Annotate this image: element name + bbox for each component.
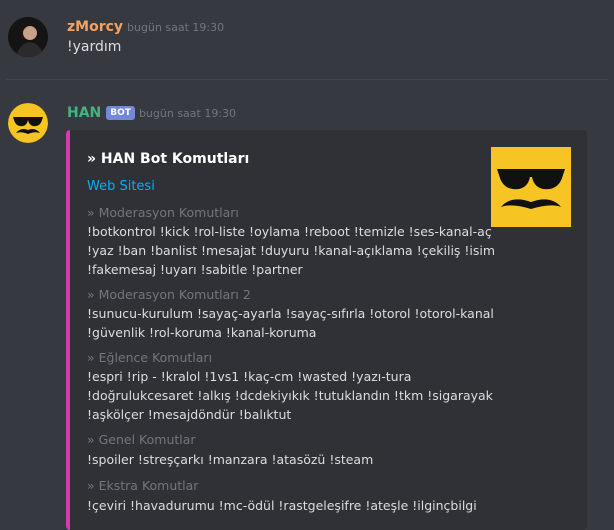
avatar[interactable] [8,103,48,143]
embed-field-name: » Eğlence Komutları [87,350,213,365]
message-divider [6,79,608,80]
embed-title: » HAN Bot Komutları [87,151,250,167]
embed: » HAN Bot Komutları Web Sitesi » Moderas… [66,130,587,530]
embed-thumbnail[interactable] [491,147,571,227]
embed-field-name: » Genel Komutlar [87,432,196,447]
avatar[interactable] [8,17,48,57]
embed-field-value: !espri !rip - !kralol !1vs1 !kaç-cm !was… [87,369,493,422]
embed-accent-bar [66,130,70,530]
author-name[interactable]: zMorcy [67,19,123,35]
embed-field-name: » Moderasyon Komutları 2 [87,287,251,302]
embed-field-name: » Ekstra Komutlar [87,478,199,493]
embed-field-value: !çeviri !havadurumu !mc-ödül !rastgeleşi… [87,498,477,513]
sunglasses-mustache-icon [8,103,48,143]
message-timestamp: bugün saat 19:30 [127,20,225,34]
embed-field-name: » Moderasyon Komutları [87,205,239,220]
message-text: !yardım [67,39,122,55]
embed-field-value: !botkontrol !kick !rol-liste !oylama !re… [87,224,496,277]
embed-field-value: !sunucu-kurulum !sayaç-ayarla !sayaç-sıf… [87,306,494,340]
sunglasses-mustache-icon [491,147,571,227]
user-avatar-icon [8,17,48,57]
embed-link[interactable]: Web Sitesi [87,179,155,194]
embed-field-value: !spoiler !streşçarkı !manzara !atasözü !… [87,452,374,467]
author-name[interactable]: HAN [67,105,101,121]
bot-badge: BOT [106,106,135,120]
message-timestamp: bugün saat 19:30 [138,106,237,120]
